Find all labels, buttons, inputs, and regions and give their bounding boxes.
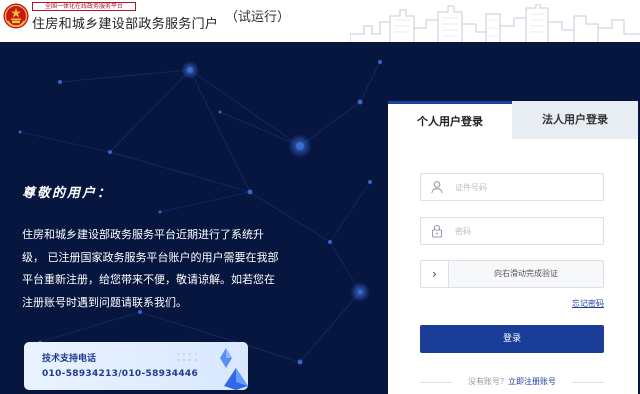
notice-line: 注册账号时遇到问题请联系我们。 [22, 295, 187, 309]
city-skyline-decoration [350, 4, 640, 42]
slide-verification[interactable]: › 向右滑动完成验证 [420, 260, 604, 288]
national-emblem-icon [3, 3, 29, 29]
notice-line: 住房和城乡建设部政务服务平台近期进行了系统升 [22, 228, 264, 241]
notice-body: 住房和城乡建设部政务服务平台近期进行了系统升 级， 已注册国家政务服务平台账户的… [22, 224, 314, 324]
platform-badge: 全国一体化在线政务服务平台 [32, 2, 136, 11]
notice-line: 平台重新注册，给您带来不便，敬请谅解。如若您在 [22, 273, 275, 286]
notice-heading: 尊敬的用户： [22, 186, 113, 201]
password-input[interactable] [455, 222, 599, 240]
forgot-password-link[interactable]: 忘记密码 [572, 298, 604, 309]
id-number-input[interactable] [455, 178, 599, 196]
id-number-field[interactable] [420, 173, 604, 201]
lock-icon [431, 224, 443, 238]
tab-corporate-login[interactable]: 法人用户登录 [512, 101, 638, 139]
register-link[interactable]: 立即注册账号 [508, 377, 556, 386]
register-prompt: 没有账号？ [468, 377, 508, 386]
crystal-decoration-icon [177, 348, 248, 390]
divider-line [572, 382, 604, 383]
slider-hint: 向右滑动完成验证 [494, 269, 558, 278]
support-label: 技术支持电话 [42, 354, 97, 364]
tab-personal-login[interactable]: 个人用户登录 [388, 101, 512, 139]
portal-header: 全国一体化在线政务服务平台 住房和城乡建设部政务服务门户 （试运行） [0, 0, 640, 42]
register-row: 没有账号？立即注册账号 [420, 376, 604, 388]
password-field[interactable] [420, 217, 604, 245]
user-icon [431, 181, 443, 194]
login-button[interactable]: 登录 [420, 325, 604, 353]
slider-handle[interactable]: › [421, 261, 449, 287]
divider-line [420, 382, 452, 383]
tech-support-card: 技术支持电话 010-58934213/010-58934446 [24, 342, 248, 390]
portal-trial-label: （试运行） [225, 10, 291, 25]
notice-line: 级， 已注册国家政务服务平台账户的用户需要在我部 [22, 250, 279, 264]
portal-title: 住房和城乡建设部政务服务门户 [32, 17, 219, 32]
chevron-right-icon: › [432, 267, 437, 281]
login-panel: 法人用户登录 个人用户登录 › 向右滑动完成验证 忘记密码 登录 没有账号？立即… [388, 101, 638, 394]
